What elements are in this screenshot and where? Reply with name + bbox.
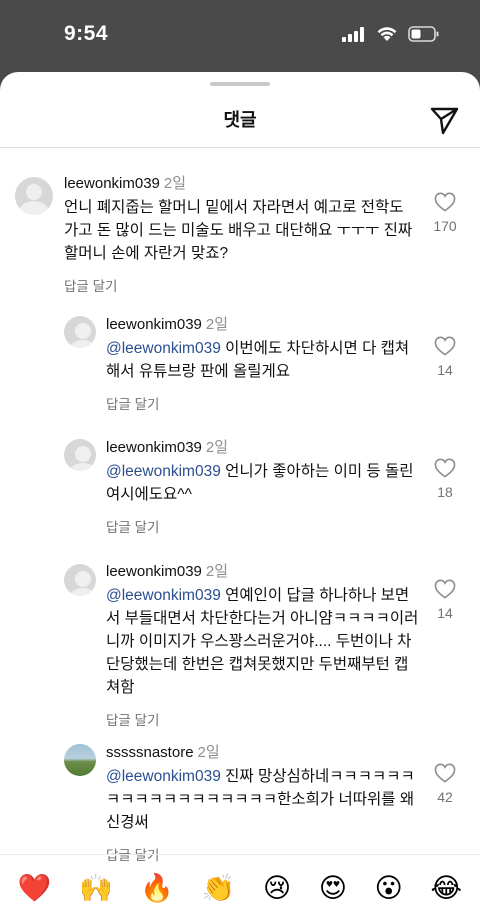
signal-icon [342, 26, 364, 42]
avatar[interactable] [15, 177, 53, 215]
avatar[interactable] [64, 316, 96, 348]
like-control: 14 [430, 579, 460, 621]
comment-time: 2일 [205, 316, 229, 333]
sheet-title: 댓글 [223, 110, 257, 130]
emoji-reaction-bar: ❤️ 🙌 🔥 👏 😢 😍 😮 😂 [0, 854, 480, 922]
mention-link[interactable]: @leewonkim039 [106, 768, 221, 785]
comment-text: @leewonkim039 이번에도 차단하시면 다 캡쳐해서 유튜브랑 판에 … [106, 337, 421, 383]
emoji-surprised-face[interactable]: 😮 [375, 875, 403, 902]
mention-link[interactable]: @leewonkim039 [106, 340, 221, 357]
like-count: 14 [437, 605, 453, 621]
reply-button[interactable]: 답글 달기 [106, 709, 421, 729]
like-control: 170 [430, 192, 460, 234]
like-count: 14 [437, 362, 453, 378]
emoji-crying-face[interactable]: 😢 [263, 875, 291, 902]
comment-time: 2일 [205, 439, 229, 456]
battery-icon [408, 26, 439, 42]
comment-time: 2일 [163, 175, 187, 192]
comment-text: @leewonkim039 언니가 좋아하는 이미 등 돌린 여시에도요^^ [106, 460, 421, 506]
comment-username[interactable]: leewonkim039 [64, 175, 160, 192]
status-bar: 9:54 [0, 0, 480, 72]
header-divider [0, 147, 480, 148]
sheet-header: 댓글 [0, 100, 480, 144]
mention-link[interactable]: @leewonkim039 [106, 463, 221, 480]
comment-body: leewonkim039 2일 @leewonkim039 연예인이 답글 하나하… [106, 562, 421, 729]
like-control: 18 [430, 458, 460, 500]
reply-button[interactable]: 답글 달기 [106, 393, 421, 413]
mention-link[interactable]: @leewonkim039 [106, 587, 221, 604]
emoji-tears-of-joy[interactable]: 😂 [431, 875, 463, 902]
comments-sheet: 댓글 leewonkim039 2일 언니 폐지줍는 할머니 밑에서 자라면서 예… [0, 72, 480, 922]
heart-icon[interactable] [434, 458, 456, 478]
heart-icon[interactable] [434, 763, 456, 783]
reply-button[interactable]: 답글 달기 [106, 516, 421, 536]
heart-icon[interactable] [434, 579, 456, 599]
avatar[interactable] [64, 439, 96, 471]
comment-time: 2일 [205, 563, 229, 580]
comment-text: @leewonkim039 진짜 망상심하네ㅋㅋㅋㅋㅋㅋㅋㅋㅋㅋㅋㅋㅋㅋㅋㅋㅋㅋ… [106, 765, 421, 834]
comment-body: leewonkim039 2일 언니 폐지줍는 할머니 밑에서 자라면서 예고로 … [64, 174, 414, 295]
comment-username[interactable]: sssssnastore [106, 744, 194, 761]
comment-username[interactable]: leewonkim039 [106, 563, 202, 580]
like-count: 42 [437, 789, 453, 805]
comment-time: 2일 [197, 744, 220, 761]
status-time: 9:54 [64, 22, 109, 45]
emoji-red-heart[interactable]: ❤️ [18, 875, 52, 902]
comment-text-content: 언니 폐지줍는 할머니 밑에서 자라면서 예고로 전학도 가고 돈 많이 드는 … [64, 199, 413, 262]
comment-body: leewonkim039 2일 @leewonkim039 언니가 좋아하는 이미… [106, 438, 421, 536]
like-count: 18 [437, 484, 453, 500]
comment-text: @leewonkim039 연예인이 답글 하나하나 보면서 부들대면서 차단한… [106, 584, 421, 699]
comment-body: sssssnastore 2일 @leewonkim039 진짜 망상심하네ㅋㅋㅋ… [106, 743, 421, 864]
send-icon[interactable] [428, 104, 460, 136]
reply-button[interactable]: 답글 달기 [64, 275, 414, 295]
comment-username[interactable]: leewonkim039 [106, 316, 202, 333]
emoji-clapping-hands[interactable]: 👏 [202, 875, 236, 902]
comment-username[interactable]: leewonkim039 [106, 439, 202, 456]
comment-body: leewonkim039 2일 @leewonkim039 이번에도 차단하시면 … [106, 315, 421, 413]
comment-text: 언니 폐지줍는 할머니 밑에서 자라면서 예고로 전학도 가고 돈 많이 드는 … [64, 196, 414, 265]
heart-icon[interactable] [434, 192, 456, 212]
status-icons [342, 26, 440, 42]
like-control: 42 [430, 763, 460, 805]
wifi-icon [377, 27, 397, 41]
avatar[interactable] [64, 564, 96, 596]
avatar[interactable] [64, 744, 96, 776]
heart-icon[interactable] [434, 336, 456, 356]
like-control: 14 [430, 336, 460, 378]
like-count: 170 [433, 218, 457, 234]
emoji-heart-eyes[interactable]: 😍 [319, 875, 347, 902]
drag-handle[interactable] [210, 82, 270, 86]
emoji-raising-hands[interactable]: 🙌 [79, 875, 113, 902]
emoji-fire[interactable]: 🔥 [140, 875, 174, 902]
